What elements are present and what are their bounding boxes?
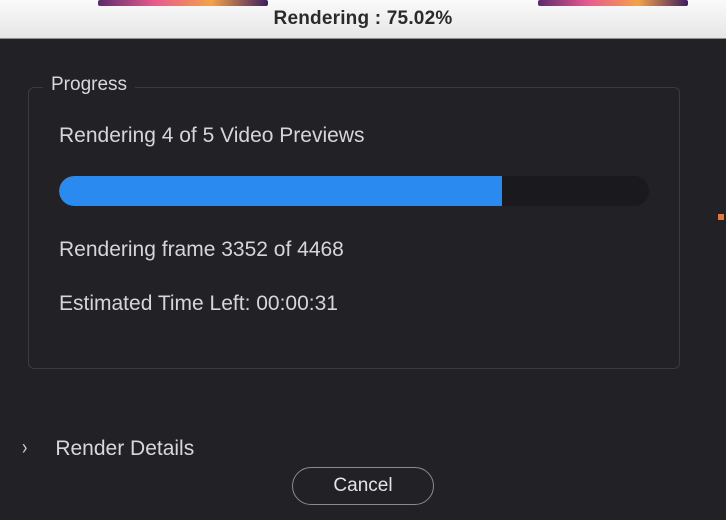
chevron-right-icon: › (22, 437, 27, 460)
window-accent-right (538, 0, 688, 6)
progress-legend: Progress (43, 74, 135, 96)
dialog-body: Progress Rendering 4 of 5 Video Previews… (0, 39, 726, 520)
window-title: Rendering : 75.02% (274, 8, 453, 30)
window-accent-left (98, 0, 268, 6)
progress-bar (59, 176, 649, 206)
progress-status-text: Rendering 4 of 5 Video Previews (59, 124, 649, 148)
cancel-button[interactable]: Cancel (292, 467, 433, 505)
edge-artifact (718, 214, 724, 220)
progress-bar-fill (59, 176, 502, 206)
progress-group: Progress Rendering 4 of 5 Video Previews… (28, 87, 680, 369)
progress-frame-text: Rendering frame 3352 of 4468 (59, 238, 649, 262)
dialog-button-row: Cancel (0, 467, 726, 505)
render-details-label: Render Details (55, 437, 194, 461)
render-details-toggle[interactable]: › Render Details (22, 437, 194, 461)
progress-eta-text: Estimated Time Left: 00:00:31 (59, 292, 649, 316)
